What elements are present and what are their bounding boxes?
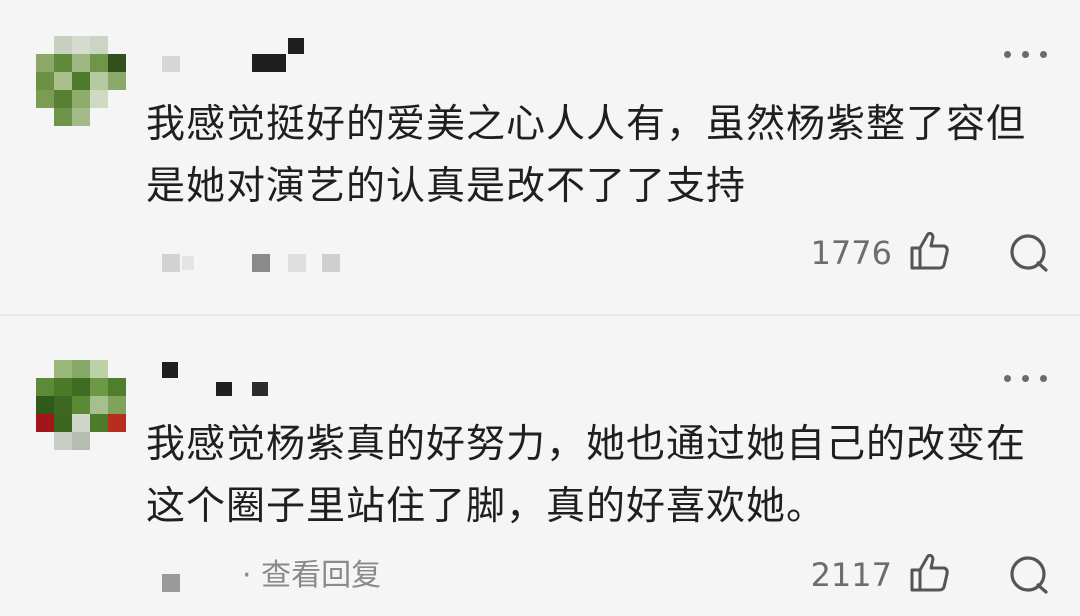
- comment-card-1: 我感觉挺好的爱美之心人人有，虽然杨紫整了容但是她对演艺的认真是改不了了支持 17…: [0, 0, 1080, 314]
- avatar[interactable]: [36, 36, 126, 126]
- username[interactable]: [146, 358, 346, 398]
- speech-bubble-icon[interactable]: [1008, 554, 1050, 596]
- like-count: 2117: [810, 556, 892, 594]
- more-dots-icon[interactable]: [1002, 46, 1052, 62]
- comment-meta: · 查看回复: [146, 556, 546, 596]
- comment-text: 我感觉挺好的爱美之心人人有，虽然杨紫整了容但是她对演艺的认真是改不了了支持: [146, 102, 1027, 209]
- like-count: 1776: [810, 234, 892, 272]
- thumbs-up-icon[interactable]: [908, 552, 950, 594]
- avatar[interactable]: [36, 360, 126, 450]
- speech-bubble-icon[interactable]: [1008, 232, 1050, 274]
- comment-text: 我感觉杨紫真的好努力，她也通过她自己的改变在这个圈子里站住了脚，真的好喜欢她。: [146, 422, 1027, 529]
- thumbs-up-icon[interactable]: [908, 230, 950, 272]
- more-dots-icon[interactable]: [1002, 370, 1052, 386]
- comment-meta: [146, 244, 546, 284]
- comment-card-2: 我感觉杨紫真的好努力，她也通过她自己的改变在这个圈子里站住了脚，真的好喜欢她。 …: [0, 316, 1080, 616]
- view-replies-link[interactable]: · 查看回复: [242, 550, 381, 594]
- username[interactable]: [146, 36, 346, 76]
